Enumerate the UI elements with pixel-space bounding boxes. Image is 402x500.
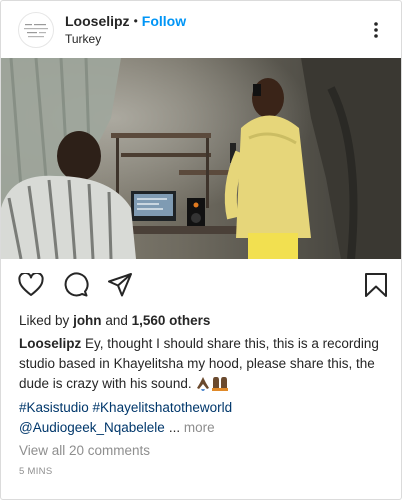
raised-hands-icon bbox=[211, 375, 229, 397]
mention-link[interactable]: @Audiogeek_Nqabelele bbox=[19, 420, 165, 435]
view-all-comments-link[interactable]: View all 20 comments bbox=[19, 441, 150, 461]
caption: Looselipz Ey, thought I should share thi… bbox=[19, 334, 387, 397]
folded-hands-icon bbox=[195, 375, 211, 397]
bookmark-icon[interactable] bbox=[362, 271, 390, 299]
separator-dot: • bbox=[133, 13, 138, 28]
avatar[interactable] bbox=[18, 11, 54, 48]
mention-line: @Audiogeek_Nqabelele... more bbox=[19, 418, 387, 438]
post-header: Looselipz • Follow Turkey bbox=[1, 1, 401, 58]
username-link[interactable]: Looselipz bbox=[65, 13, 130, 30]
more-options-icon[interactable] bbox=[366, 20, 386, 40]
post-card: Looselipz • Follow Turkey Liked by john … bbox=[0, 0, 402, 500]
action-bar bbox=[1, 263, 401, 307]
ellipsis: ... bbox=[168, 420, 181, 435]
likes-prefix: Liked by bbox=[19, 313, 70, 328]
likes-and: and bbox=[105, 313, 128, 328]
location-link[interactable]: Turkey bbox=[65, 32, 186, 47]
post-timestamp[interactable]: 5 MINS bbox=[19, 466, 52, 478]
user-block: Looselipz • Follow Turkey bbox=[65, 13, 186, 47]
likes-line: Liked by john and 1,560 others bbox=[19, 312, 210, 330]
comment-icon[interactable] bbox=[62, 271, 90, 299]
follow-button[interactable]: Follow bbox=[142, 13, 186, 30]
likes-count-link[interactable]: 1,560 others bbox=[132, 313, 211, 328]
more-button[interactable]: more bbox=[184, 420, 215, 435]
post-photo[interactable] bbox=[1, 58, 401, 259]
caption-username-link[interactable]: Looselipz bbox=[19, 336, 81, 351]
liked-by-user-link[interactable]: john bbox=[73, 313, 102, 328]
heart-icon[interactable] bbox=[17, 271, 45, 299]
studio-photo-image bbox=[1, 58, 401, 259]
user-line: Looselipz • Follow bbox=[65, 13, 186, 30]
hashtags-link[interactable]: #Kasistudio #Khayelitshatotheworld bbox=[19, 398, 387, 418]
share-icon[interactable] bbox=[106, 271, 134, 299]
avatar-logo-icon bbox=[19, 12, 53, 47]
